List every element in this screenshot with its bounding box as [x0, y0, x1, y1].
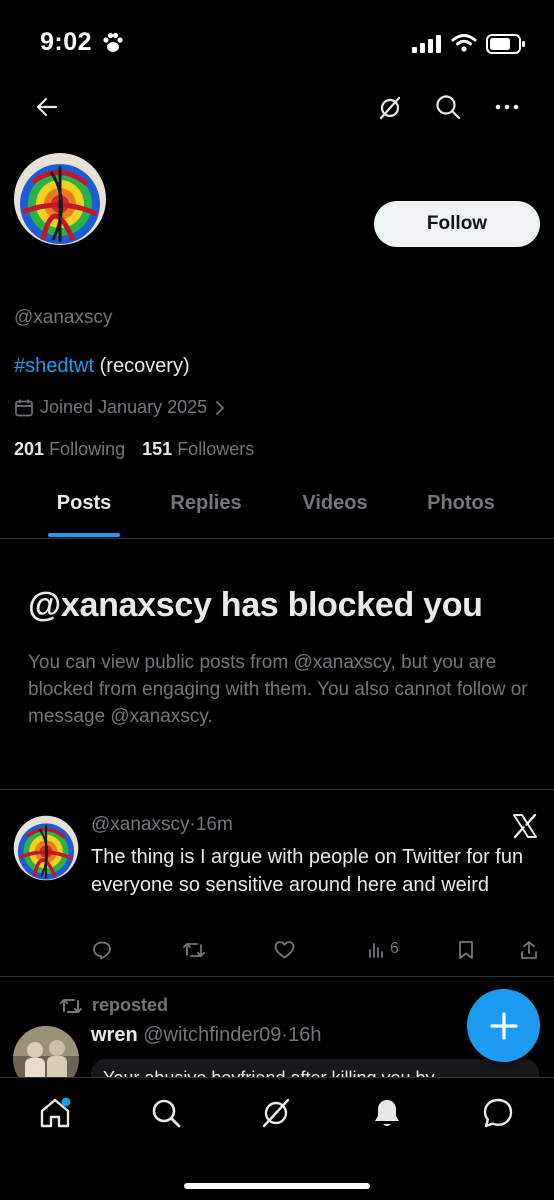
repost-icon: [183, 943, 205, 957]
views-button[interactable]: 6: [368, 940, 399, 958]
blocked-description: You can view public posts from @xanaxscy…: [28, 652, 528, 727]
post-time: 16m: [195, 814, 233, 835]
bio-text: (recovery): [94, 355, 190, 377]
share-icon: [521, 941, 537, 959]
active-tab-indicator: [48, 533, 120, 537]
followers-count: 151: [142, 439, 173, 459]
like-button[interactable]: [274, 940, 295, 960]
following-link[interactable]: 201 Following: [14, 439, 125, 459]
battery-icon: [486, 34, 525, 54]
calendar-icon: [15, 399, 33, 416]
followers-label: Followers: [177, 439, 255, 459]
home-indicator: [184, 1183, 370, 1189]
section-divider: [0, 789, 554, 790]
repost-author-name[interactable]: wren: [91, 1024, 138, 1046]
status-time: 9:02: [40, 28, 93, 56]
tab-replies[interactable]: Replies: [156, 492, 256, 515]
signal-icon: [412, 35, 441, 53]
messages-icon[interactable]: [481, 1096, 515, 1130]
profile-handle: @xanaxscy: [14, 307, 113, 328]
plus-icon: [489, 1011, 518, 1040]
nav-grok-icon[interactable]: [259, 1096, 293, 1130]
reply-button[interactable]: [92, 940, 112, 960]
follow-counts: 201 Following 151 Followers: [14, 439, 254, 460]
following-count: 201: [14, 439, 45, 459]
search-icon[interactable]: [434, 93, 462, 121]
post-divider: [0, 976, 554, 977]
repost-time: 16h: [288, 1024, 322, 1046]
repost-small-icon: [60, 998, 82, 1013]
wifi-icon: [451, 34, 477, 52]
repost-author-handle[interactable]: @witchfinder09: [143, 1024, 281, 1046]
paw-icon: [103, 32, 123, 52]
bell-icon[interactable]: [370, 1096, 404, 1130]
more-horizontal-icon[interactable]: [494, 96, 520, 118]
chevron-right-icon: [216, 400, 225, 415]
post-meta: @xanaxscy·16m: [91, 814, 233, 836]
reply-icon: [93, 941, 111, 960]
views-icon: [369, 943, 383, 958]
views-count: 6: [390, 940, 399, 957]
grok-icon[interactable]: [376, 94, 404, 122]
share-button[interactable]: [520, 940, 538, 960]
repost-context: reposted: [60, 995, 168, 1016]
following-label: Following: [49, 439, 126, 459]
tab-posts[interactable]: Posts: [34, 492, 134, 515]
blocked-title: @xanaxscy has blocked you: [28, 586, 483, 624]
tab-photos[interactable]: Photos: [411, 492, 511, 515]
tab-videos[interactable]: Videos: [285, 492, 385, 515]
bookmark-button[interactable]: [458, 940, 474, 960]
tabs-divider: [0, 538, 554, 539]
post-handle[interactable]: @xanaxscy: [91, 814, 190, 835]
post-text: The thing is I argue with people on Twit…: [91, 846, 524, 896]
repost-label: reposted: [92, 995, 169, 1015]
bio-hashtag[interactable]: #shedtwt: [14, 355, 94, 377]
followers-link[interactable]: 151 Followers: [142, 439, 254, 459]
post-avatar[interactable]: [13, 815, 79, 881]
follow-button[interactable]: Follow: [374, 201, 540, 247]
compose-button[interactable]: [467, 989, 540, 1062]
heart-icon: [274, 941, 295, 959]
repost-author: wren @witchfinder09·16h: [91, 1024, 321, 1047]
repost-button[interactable]: [183, 940, 205, 960]
x-logo-icon: [513, 813, 537, 839]
joined-date[interactable]: Joined January 2025: [14, 397, 227, 418]
nav-search-icon[interactable]: [149, 1096, 183, 1130]
arrow-left-icon[interactable]: [34, 94, 60, 120]
joined-label: Joined January 2025: [40, 397, 208, 417]
profile-bio: #shedtwt (recovery): [14, 355, 190, 378]
bookmark-icon: [459, 941, 473, 959]
home-icon[interactable]: [38, 1096, 72, 1130]
profile-avatar[interactable]: [13, 152, 107, 246]
